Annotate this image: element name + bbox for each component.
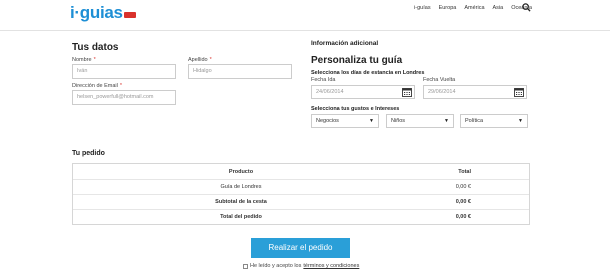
fecha-vuelta-value: 29/06/2014 bbox=[428, 89, 456, 95]
nav-item-asia[interactable]: Asia bbox=[493, 5, 504, 11]
apellido-label: Apellido * bbox=[188, 57, 212, 63]
select-value: Niños bbox=[391, 118, 406, 124]
caret-down-icon: ▼ bbox=[518, 118, 523, 124]
col-header-product: Producto bbox=[228, 168, 254, 175]
terms-prefix: He leído y acepto los bbox=[250, 263, 302, 269]
nav-item-america[interactable]: América bbox=[464, 5, 484, 11]
top-header: i·guias i-guías Europa América Asia Ocea… bbox=[0, 0, 610, 31]
calendar-icon[interactable] bbox=[402, 87, 412, 97]
select-value: Política bbox=[465, 118, 484, 124]
row-value: 0,00 € bbox=[455, 214, 471, 220]
row-label: Subtotal de la cesta bbox=[215, 199, 267, 205]
terms-checkbox[interactable] bbox=[243, 263, 248, 269]
order-table: Producto Total Guía de Londres 0,00 € Su… bbox=[72, 163, 530, 225]
order-title: Tu pedido bbox=[72, 150, 105, 157]
col-header-total: Total bbox=[458, 168, 471, 175]
fecha-ida-label: Fecha Ida bbox=[311, 77, 336, 83]
apellido-field[interactable]: Hidalgo bbox=[188, 64, 292, 79]
logo-text: i·guias bbox=[70, 3, 123, 22]
interest-select-1[interactable]: Negocios ▼ bbox=[311, 114, 379, 128]
dates-label: Selecciona los días de estancia en Londr… bbox=[311, 70, 425, 76]
caret-down-icon: ▼ bbox=[444, 118, 449, 124]
select-value: Negocios bbox=[316, 118, 339, 124]
row-value: 0,00 € bbox=[455, 184, 471, 190]
nav-item-europa[interactable]: Europa bbox=[439, 5, 457, 11]
table-row: Subtotal de la cesta 0,00 € bbox=[73, 194, 529, 209]
caret-down-icon: ▼ bbox=[369, 118, 374, 124]
fecha-vuelta-field[interactable]: 29/06/2014 bbox=[423, 85, 527, 99]
nombre-field[interactable]: Iván bbox=[72, 64, 176, 79]
interests-label: Selecciona tus gustos e Intereses bbox=[311, 106, 400, 112]
table-row: Total del pedido 0,00 € bbox=[73, 209, 529, 224]
search-icon[interactable] bbox=[522, 3, 531, 12]
row-value: 0,00 € bbox=[455, 199, 471, 205]
terms-row: He leído y acepto los términos y condici… bbox=[243, 263, 359, 269]
fecha-ida-value: 24/06/2014 bbox=[316, 89, 344, 95]
table-header-row: Producto Total bbox=[73, 164, 529, 179]
site-logo[interactable]: i·guias bbox=[70, 3, 136, 23]
email-field[interactable]: helsen_powerfull@hotmail.com bbox=[72, 90, 176, 105]
personaliza-title: Personaliza tu guía bbox=[311, 55, 403, 66]
terms-link[interactable]: términos y condiciones bbox=[303, 263, 359, 269]
main-nav: i-guías Europa América Asia Oceanía bbox=[414, 5, 532, 11]
row-label: Total del pedido bbox=[220, 214, 262, 220]
fecha-ida-field[interactable]: 24/06/2014 bbox=[311, 85, 415, 99]
interest-select-2[interactable]: Niños ▼ bbox=[386, 114, 454, 128]
logo-flag-icon bbox=[123, 12, 136, 18]
nombre-label: Nombre * bbox=[72, 57, 96, 63]
table-row: Guía de Londres 0,00 € bbox=[73, 179, 529, 194]
row-label: Guía de Londres bbox=[220, 184, 262, 190]
interest-select-3[interactable]: Política ▼ bbox=[460, 114, 528, 128]
nav-item-iguias[interactable]: i-guías bbox=[414, 5, 431, 11]
info-heading: Información adicional bbox=[311, 40, 379, 47]
fecha-vuelta-label: Fecha Vuelta bbox=[423, 77, 456, 83]
submit-order-button[interactable]: Realizar el pedido bbox=[251, 238, 350, 258]
tus-datos-title: Tus datos bbox=[72, 42, 119, 53]
calendar-icon[interactable] bbox=[514, 87, 524, 97]
email-label: Dirección de Email * bbox=[72, 83, 122, 89]
